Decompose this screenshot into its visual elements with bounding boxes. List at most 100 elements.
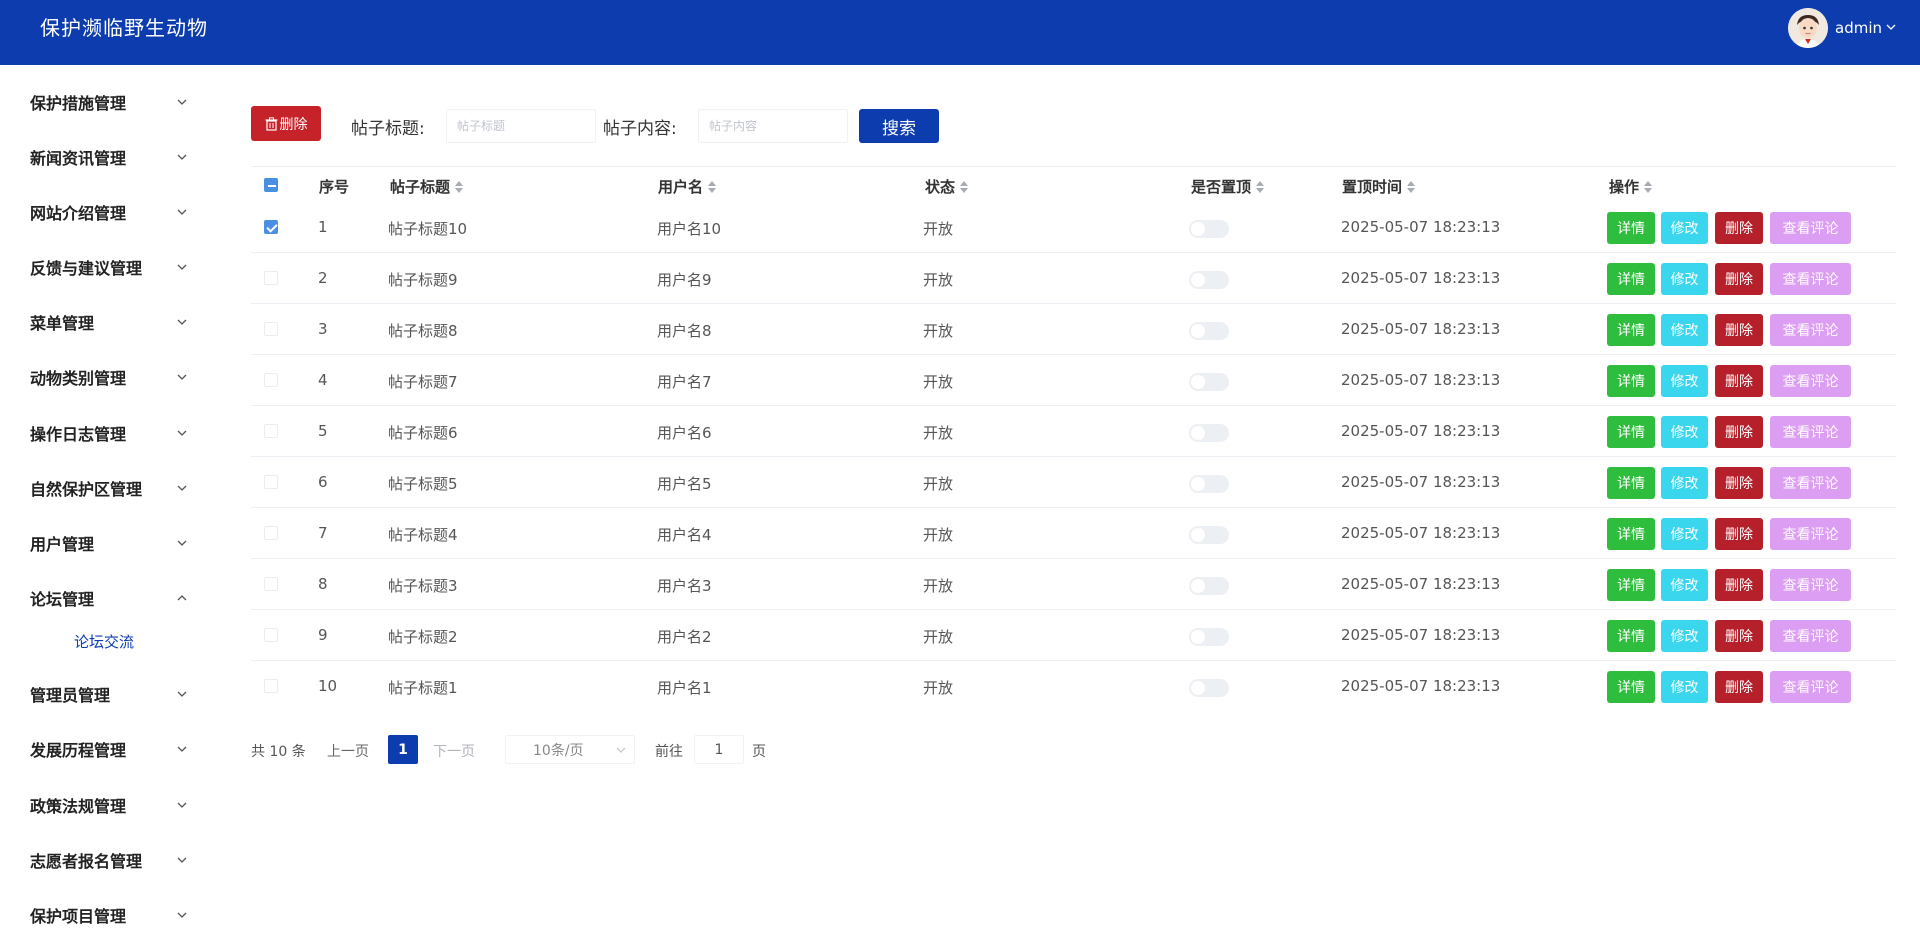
pin-toggle[interactable] <box>1189 271 1229 289</box>
pin-toggle[interactable] <box>1189 373 1229 391</box>
sort-icon[interactable] <box>455 180 464 193</box>
pin-toggle[interactable] <box>1189 220 1229 238</box>
edit-button[interactable]: 修改 <box>1661 416 1708 448</box>
edit-button[interactable]: 修改 <box>1661 212 1708 244</box>
current-page-button[interactable]: 1 <box>388 735 418 764</box>
view-comments-button[interactable]: 查看评论 <box>1770 365 1851 397</box>
row-checkbox[interactable] <box>264 628 278 642</box>
sidebar-item-forum[interactable]: 论坛管理 <box>0 578 210 618</box>
row-checkbox[interactable] <box>264 424 278 438</box>
pin-toggle[interactable] <box>1189 526 1229 544</box>
sidebar-item-volunteer[interactable]: 志愿者报名管理 <box>0 840 210 880</box>
select-all-checkbox[interactable] <box>264 178 278 192</box>
detail-button[interactable]: 详情 <box>1607 212 1655 244</box>
view-comments-button[interactable]: 查看评论 <box>1770 569 1851 601</box>
edit-button[interactable]: 修改 <box>1661 620 1708 652</box>
delete-button[interactable]: 删除 <box>1715 569 1763 601</box>
edit-button[interactable]: 修改 <box>1661 671 1708 703</box>
edit-button[interactable]: 修改 <box>1661 263 1708 295</box>
sidebar-item-nature-reserve[interactable]: 自然保护区管理 <box>0 468 210 508</box>
prev-page-button[interactable]: 上一页 <box>327 741 369 761</box>
col-title[interactable]: 帖子标题 <box>390 176 464 197</box>
col-username[interactable]: 用户名 <box>658 176 717 197</box>
sidebar-item-protection-measures[interactable]: 保护措施管理 <box>0 82 210 122</box>
col-status[interactable]: 状态 <box>925 176 969 197</box>
detail-button[interactable]: 详情 <box>1607 467 1655 499</box>
detail-button[interactable]: 详情 <box>1607 620 1655 652</box>
view-comments-button[interactable]: 查看评论 <box>1770 620 1851 652</box>
sort-icon[interactable] <box>1407 180 1416 193</box>
delete-button[interactable]: 删除 <box>1715 620 1763 652</box>
goto-page-input[interactable] <box>694 735 744 764</box>
title-search-input[interactable] <box>446 109 596 143</box>
view-comments-button[interactable]: 查看评论 <box>1770 212 1851 244</box>
sort-icon[interactable] <box>1256 180 1265 193</box>
row-checkbox[interactable] <box>264 526 278 540</box>
col-pin-time[interactable]: 置顶时间 <box>1342 176 1416 197</box>
edit-button[interactable]: 修改 <box>1661 518 1708 550</box>
view-comments-button[interactable]: 查看评论 <box>1770 671 1851 703</box>
sidebar-item-animal-category[interactable]: 动物类别管理 <box>0 357 210 397</box>
sidebar-item-projects[interactable]: 保护项目管理 <box>0 895 210 935</box>
row-checkbox[interactable] <box>264 475 278 489</box>
row-checkbox[interactable] <box>264 271 278 285</box>
delete-button[interactable]: 删除 <box>1715 671 1763 703</box>
delete-button[interactable]: 删除 <box>1715 314 1763 346</box>
delete-button[interactable]: 删除 <box>1715 212 1763 244</box>
col-actions[interactable]: 操作 <box>1609 176 1653 197</box>
sidebar-item-news[interactable]: 新闻资讯管理 <box>0 137 210 177</box>
user-menu[interactable]: admin <box>1788 8 1896 48</box>
detail-button[interactable]: 详情 <box>1607 314 1655 346</box>
pin-toggle[interactable] <box>1189 628 1229 646</box>
detail-button[interactable]: 详情 <box>1607 416 1655 448</box>
detail-button[interactable]: 详情 <box>1607 263 1655 295</box>
bulk-delete-button[interactable]: 删除 <box>251 106 321 141</box>
pin-toggle[interactable] <box>1189 475 1229 493</box>
sidebar-item-admins[interactable]: 管理员管理 <box>0 674 210 714</box>
delete-button[interactable]: 删除 <box>1715 467 1763 499</box>
detail-button[interactable]: 详情 <box>1607 569 1655 601</box>
detail-button[interactable]: 详情 <box>1607 518 1655 550</box>
row-checkbox[interactable] <box>264 220 278 234</box>
sort-icon[interactable] <box>708 180 717 193</box>
sort-icon[interactable] <box>960 180 969 193</box>
delete-button[interactable]: 删除 <box>1715 263 1763 295</box>
pin-toggle[interactable] <box>1189 577 1229 595</box>
view-comments-button[interactable]: 查看评论 <box>1770 314 1851 346</box>
pin-toggle[interactable] <box>1189 679 1229 697</box>
delete-button[interactable]: 删除 <box>1715 365 1763 397</box>
detail-button[interactable]: 详情 <box>1607 365 1655 397</box>
edit-button[interactable]: 修改 <box>1661 467 1708 499</box>
sidebar-item-policy[interactable]: 政策法规管理 <box>0 785 210 825</box>
row-checkbox[interactable] <box>264 679 278 693</box>
sidebar-item-menu[interactable]: 菜单管理 <box>0 302 210 342</box>
sort-icon[interactable] <box>1644 180 1653 193</box>
edit-button[interactable]: 修改 <box>1661 365 1708 397</box>
search-button[interactable]: 搜索 <box>859 109 939 143</box>
edit-button[interactable]: 修改 <box>1661 569 1708 601</box>
sidebar-item-site-intro[interactable]: 网站介绍管理 <box>0 192 210 232</box>
page-size-select[interactable]: 10条/页 <box>505 735 635 764</box>
content-search-input[interactable] <box>698 109 848 143</box>
row-checkbox[interactable] <box>264 322 278 336</box>
view-comments-button[interactable]: 查看评论 <box>1770 416 1851 448</box>
delete-button[interactable]: 删除 <box>1715 416 1763 448</box>
row-checkbox[interactable] <box>264 577 278 591</box>
sidebar-item-history[interactable]: 发展历程管理 <box>0 729 210 769</box>
view-comments-button[interactable]: 查看评论 <box>1770 467 1851 499</box>
col-pinned[interactable]: 是否置顶 <box>1191 176 1265 197</box>
sidebar-item-feedback[interactable]: 反馈与建议管理 <box>0 247 210 287</box>
avatar-icon[interactable] <box>1788 8 1828 48</box>
delete-button[interactable]: 删除 <box>1715 518 1763 550</box>
row-checkbox[interactable] <box>264 373 278 387</box>
sidebar-item-users[interactable]: 用户管理 <box>0 523 210 563</box>
detail-button[interactable]: 详情 <box>1607 671 1655 703</box>
sidebar-subitem-forum-exchange[interactable]: 论坛交流 <box>0 624 210 658</box>
pin-toggle[interactable] <box>1189 322 1229 340</box>
chevron-down-icon[interactable] <box>1886 22 1896 35</box>
username-label[interactable]: admin <box>1835 19 1882 37</box>
next-page-button[interactable]: 下一页 <box>433 741 475 761</box>
pin-toggle[interactable] <box>1189 424 1229 442</box>
sidebar-item-operation-log[interactable]: 操作日志管理 <box>0 413 210 453</box>
edit-button[interactable]: 修改 <box>1661 314 1708 346</box>
